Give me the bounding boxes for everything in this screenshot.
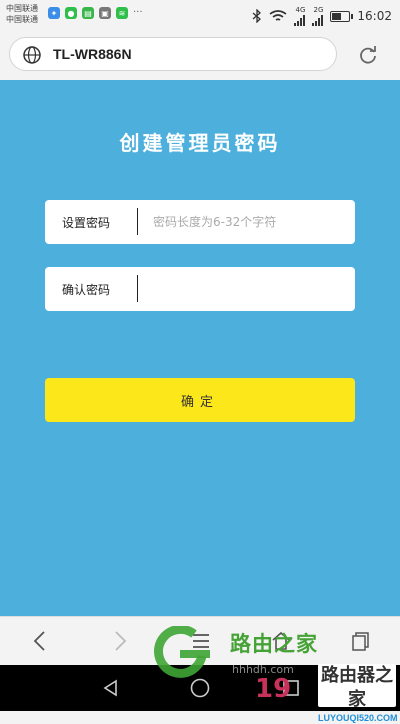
tabs-icon[interactable] (351, 630, 371, 652)
confirm-password-label: 确认密码 (62, 283, 111, 297)
signal-4g: 4G (294, 6, 306, 26)
carrier-info: 中国联通 中国联通 (6, 3, 38, 25)
watermark-stamp: 路由器之家 LUYOUQI520.COM (318, 664, 398, 723)
battery-level (332, 12, 342, 20)
watermark-logo (154, 626, 210, 678)
field-divider (137, 208, 138, 235)
watermark-brand: 路由之家 (230, 632, 318, 656)
status-bar: 中国联通 中国联通 ✦ ● ▤ ▣ ≋ ··· 4G 2G 16:02 (0, 0, 400, 30)
address-bar[interactable]: TL-WR886N (9, 37, 337, 71)
app-notification-icon: ✦ (48, 7, 60, 19)
wechat-icon: ● (65, 7, 77, 19)
reload-icon[interactable] (357, 44, 379, 66)
bluetooth-icon (252, 9, 262, 23)
carrier-2: 中国联通 (6, 15, 38, 24)
network-type-1: 4G (295, 6, 306, 14)
wifi-notification-icon: ≋ (116, 7, 128, 19)
confirm-button[interactable]: 确定 (45, 378, 355, 422)
watermark-stamp-text: 路由器之家 (321, 665, 393, 710)
page-title: 创建管理员密码 (119, 131, 281, 155)
nav-back-icon[interactable] (101, 678, 121, 698)
carrier-1: 中国联通 (6, 4, 38, 13)
field-divider (137, 275, 138, 302)
confirm-password-input[interactable] (147, 273, 357, 304)
browser-header: TL-WR886N (0, 30, 400, 80)
page-content: 创建管理员密码 设置密码 确认密码 确定 (0, 80, 400, 616)
watermark-number: 19 (255, 674, 292, 704)
signal-bars-icon (294, 14, 306, 26)
signal-bars-icon (312, 14, 324, 26)
battery-icon (330, 10, 354, 22)
system-status: 4G 2G 16:02 (252, 6, 392, 26)
set-password-label: 设置密码 (62, 216, 111, 230)
confirm-password-field: 确认密码 (45, 267, 357, 311)
image-icon: ▣ (99, 7, 111, 19)
set-password-field: 设置密码 (45, 200, 357, 244)
message-icon: ▤ (82, 7, 94, 19)
url-text: TL-WR886N (53, 46, 132, 62)
wifi-icon (269, 9, 287, 21)
set-password-input[interactable] (147, 206, 357, 237)
more-notifications-icon: ··· (133, 7, 143, 18)
watermark-stamp-url: LUYOUQI520.COM (318, 713, 398, 723)
clock: 16:02 (357, 9, 392, 23)
network-type-2: 2G (313, 6, 324, 14)
notification-icons: ✦ ● ▤ ▣ ≋ ··· (48, 7, 143, 19)
signal-2g: 2G (312, 6, 324, 26)
back-icon[interactable] (31, 630, 49, 652)
forward-icon[interactable] (111, 630, 129, 652)
globe-icon (23, 46, 41, 64)
nav-home-icon[interactable] (189, 678, 211, 700)
